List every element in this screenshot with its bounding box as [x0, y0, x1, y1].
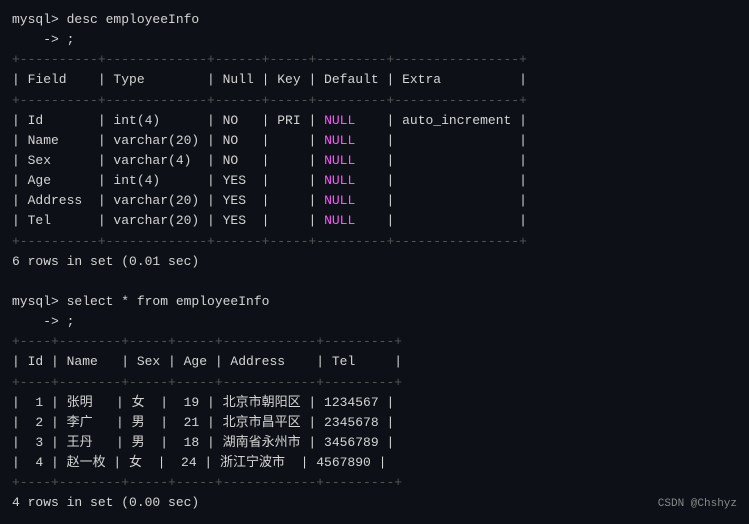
sep-1: +----------+-------------+------+-----+-… — [12, 50, 737, 70]
line-select-end: -> ; — [12, 312, 737, 332]
sep-3: +----------+-------------+------+-----+-… — [12, 232, 737, 252]
rows-info-1: 6 rows in set (0.01 sec) — [12, 252, 737, 272]
terminal: mysql> desc employeeInfo -> ; +---------… — [12, 10, 737, 514]
row-name: | Name | varchar(20) | NO | | NULL | | — [12, 131, 737, 151]
row-address: | Address | varchar(20) | YES | | NULL |… — [12, 191, 737, 211]
row-age: | Age | int(4) | YES | | NULL | | — [12, 171, 737, 191]
line-2: -> ; — [12, 30, 737, 50]
line-1: mysql> desc employeeInfo — [12, 10, 737, 30]
sep-5: +----+--------+-----+-----+------------+… — [12, 373, 737, 393]
rows-info-2: 4 rows in set (0.00 sec) — [12, 493, 737, 513]
data-row-1: | 1 | 张明 | 女 | 19 | 北京市朝阳区 | 1234567 | — [12, 393, 737, 413]
line-select: mysql> select * from employeeInfo — [12, 292, 737, 312]
header-row: | Field | Type | Null | Key | Default | … — [12, 70, 737, 90]
sep-4: +----+--------+-----+-----+------------+… — [12, 332, 737, 352]
watermark: CSDN @Chshyz — [658, 498, 737, 510]
sep-6: +----+--------+-----+-----+------------+… — [12, 473, 737, 493]
data-row-2: | 2 | 李广 | 男 | 21 | 北京市昌平区 | 2345678 | — [12, 413, 737, 433]
row-sex: | Sex | varchar(4) | NO | | NULL | | — [12, 151, 737, 171]
data-row-3: | 3 | 王丹 | 男 | 18 | 湖南省永州市 | 3456789 | — [12, 433, 737, 453]
data-row-4: | 4 | 赵一枚 | 女 | 24 | 浙江宁波市 | 4567890 | — [12, 453, 737, 473]
sep-2: +----------+-------------+------+-----+-… — [12, 91, 737, 111]
row-tel: | Tel | varchar(20) | YES | | NULL | | — [12, 211, 737, 231]
blank-1 — [12, 272, 737, 292]
row-id: | Id | int(4) | NO | PRI | NULL | auto_i… — [12, 111, 737, 131]
header-row-2: | Id | Name | Sex | Age | Address | Tel … — [12, 352, 737, 372]
